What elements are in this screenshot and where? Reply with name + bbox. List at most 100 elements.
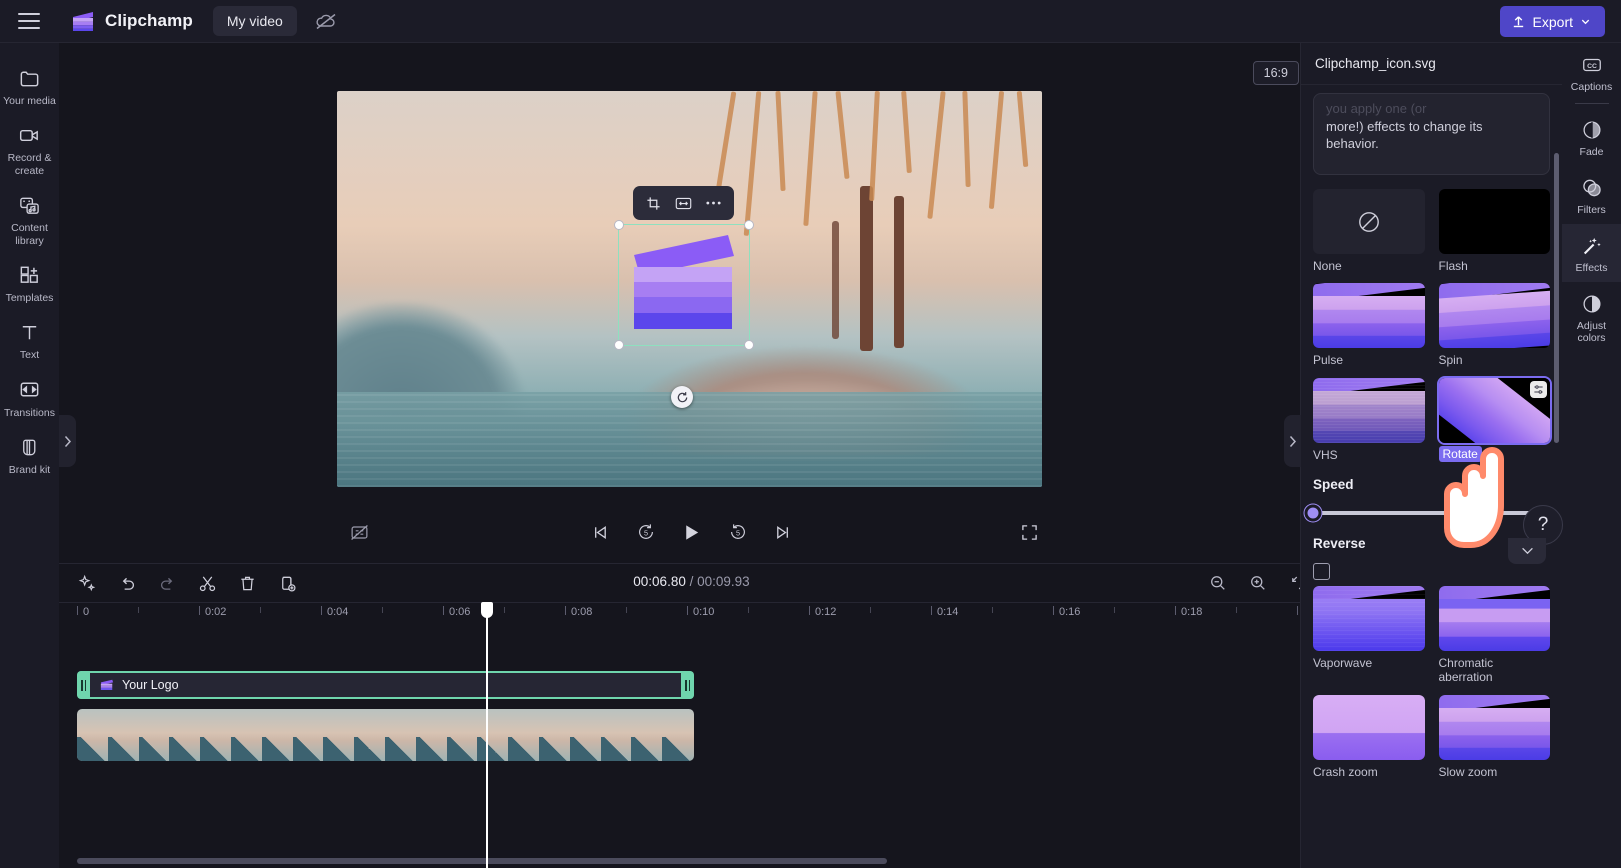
left-panel-expand-button[interactable] [59,415,76,467]
zoom-out-icon[interactable] [1206,571,1230,595]
tab-adjust-colors[interactable]: Adjust colors [1562,282,1621,352]
resize-handle-bottom-left[interactable] [614,340,624,350]
resize-handle-top-left[interactable] [614,220,624,230]
sidebar-item-brand-kit[interactable]: Brand kit [0,426,59,483]
timeline-tracks: Your Logo [59,626,1324,868]
crop-icon[interactable] [640,190,667,216]
tab-label: Captions [1570,81,1613,93]
tab-effects[interactable]: Effects [1562,224,1621,283]
sidebar-item-label: Your media [3,95,56,107]
sidebar-item-record-create[interactable]: Record & create [0,114,59,184]
selection-box[interactable] [614,220,754,350]
right-panel-collapse-button[interactable] [1284,415,1301,467]
background-water [337,392,1042,487]
filters-icon [1582,179,1601,197]
timeline-horizontal-scrollbar[interactable] [77,858,887,864]
panel-body: you apply one (or more!) effects to chan… [1301,85,1562,868]
effects-grid-bottom: Vaporwave Chromatic aberration Crash zoo… [1313,585,1550,779]
sidebar-item-your-media[interactable]: Your media [0,57,59,114]
reverse-checkbox[interactable] [1313,562,1330,580]
ruler-label: 0 [83,606,90,618]
table-row[interactable] [77,709,694,761]
timeline-ruler[interactable]: 0 0:02 0:04 0:06 0:08 0:10 0:12 0:14 0:1… [59,602,1324,626]
redo-icon[interactable] [155,571,179,595]
resize-handle-top-right[interactable] [744,220,754,230]
svg-text:CC: CC [1587,63,1597,70]
forward-5-icon[interactable]: 5 [723,517,753,547]
sidebar-item-label: Content library [11,222,48,247]
project-title[interactable]: My video [212,6,297,36]
tab-label: Effects [1575,262,1608,275]
duplicate-icon[interactable] [275,571,299,595]
undo-icon[interactable] [115,571,139,595]
effect-none[interactable]: None [1313,189,1425,273]
sidebar-item-content-library[interactable]: Content library [0,184,59,254]
aspect-ratio-button[interactable]: 16:9 [1252,61,1299,85]
ruler-label: 0:18 [1181,606,1203,618]
effect-label: Chromatic aberration [1438,655,1494,685]
effect-rotate[interactable]: Rotate [1436,375,1552,463]
brand-name: Clipchamp [105,11,193,30]
effect-label: Rotate [1438,445,1482,463]
speed-slider[interactable] [1304,504,1550,522]
effect-pulse[interactable]: Pulse [1313,283,1425,367]
hamburger-icon[interactable] [18,13,40,29]
svg-text:5: 5 [643,529,647,538]
slider-track[interactable] [1304,504,1550,522]
scissors-icon[interactable] [195,571,219,595]
effect-label: Slow zoom [1438,764,1498,779]
text-icon [18,320,42,344]
effect-settings-icon[interactable] [1530,380,1547,398]
zoom-in-icon[interactable] [1246,571,1270,595]
fullscreen-icon[interactable] [1014,517,1044,547]
effect-thumbnail [1436,375,1552,445]
cloud-off-icon[interactable] [311,8,341,34]
ruler-label: 0:08 [571,606,593,618]
play-button[interactable] [677,517,707,547]
effect-thumbnail [1438,585,1550,651]
table-row[interactable]: Your Logo [77,671,694,699]
trash-icon[interactable] [235,571,259,595]
sidebar-item-text[interactable]: Text [0,311,59,368]
video-canvas[interactable] [337,91,1042,487]
tab-fade[interactable]: Fade [1562,108,1621,166]
effect-label: Crash zoom [1313,764,1378,779]
tip-faded-text: you apply one (or [1326,101,1427,116]
effect-spin[interactable]: Spin [1438,283,1550,367]
effect-slow-zoom[interactable]: Slow zoom [1438,694,1550,779]
skip-back-icon[interactable] [585,517,615,547]
playhead-handle[interactable] [481,602,493,618]
rewind-5-icon[interactable]: 5 [631,517,661,547]
ruler-label: 0:10 [693,606,715,618]
effect-vaporwave[interactable]: Vaporwave [1313,585,1425,685]
sidebar-item-transitions[interactable]: Transitions [0,369,59,426]
tab-filters[interactable]: Filters [1562,166,1621,224]
divider [1574,103,1609,105]
tab-captions[interactable]: CC Captions [1562,43,1621,101]
export-button[interactable]: Export [1499,6,1605,37]
resize-handle-bottom-right[interactable] [744,340,754,350]
camera-icon [18,123,42,147]
panel-scrollbar[interactable] [1554,153,1559,443]
sidebar-item-templates[interactable]: Templates [0,254,59,311]
trim-handle-left[interactable] [77,671,90,699]
effect-flash[interactable]: Flash [1438,189,1550,273]
playhead[interactable] [481,602,493,868]
skip-forward-icon[interactable] [769,517,799,547]
sidebar-item-label: Transitions [4,406,55,419]
fade-icon [1582,121,1601,139]
chevron-down-icon[interactable] [1508,538,1546,564]
svg-text:5: 5 [735,529,739,538]
ellipsis-icon[interactable] [700,190,727,216]
effect-crash-zoom[interactable]: Crash zoom [1313,694,1425,779]
effect-label: VHS [1313,447,1338,462]
sparkle-icon[interactable] [75,571,99,595]
fit-icon[interactable] [670,190,697,216]
effect-chromatic-aberration[interactable]: Chromatic aberration [1438,585,1550,685]
rotate-handle[interactable] [671,386,693,408]
effects-grid-top: None Flash Pulse Spin VHS Rotate [1313,189,1552,463]
slider-knob[interactable] [1304,504,1322,522]
effect-vhs[interactable]: VHS [1313,377,1425,463]
trim-handle-right[interactable] [681,671,694,699]
effect-label: Pulse [1313,353,1344,368]
